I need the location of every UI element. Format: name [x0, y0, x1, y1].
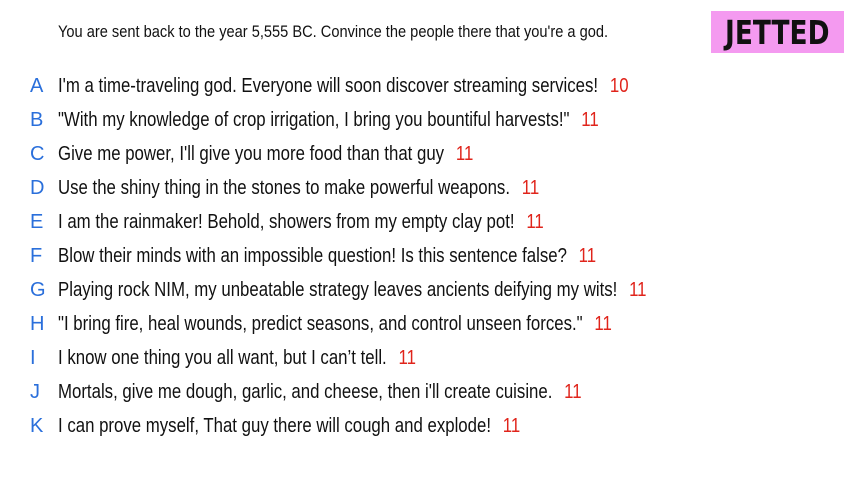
answer-letter: E	[30, 211, 44, 233]
answer-score: 11	[521, 177, 540, 199]
answer-text: Blow their minds with an impossible ques…	[58, 245, 567, 267]
answer-row-f[interactable]: F Blow their minds with an impossible qu…	[0, 240, 853, 274]
answer-text: Give me power, I'll give you more food t…	[58, 143, 445, 165]
answer-score: 10	[609, 75, 629, 97]
answer-row-k[interactable]: K I can prove myself, That guy there wil…	[0, 410, 853, 444]
answer-letter: J	[30, 381, 40, 403]
answer-letter: D	[30, 177, 45, 199]
prompt-text: You are sent back to the year 5,555 BC. …	[58, 22, 609, 41]
answer-row-c[interactable]: C Give me power, I'll give you more food…	[0, 138, 853, 172]
answer-row-e[interactable]: E I am the rainmaker! Behold, showers fr…	[0, 206, 853, 240]
answer-letter: C	[30, 143, 45, 165]
jetted-badge: JETTED	[711, 11, 844, 53]
answer-score: 11	[526, 211, 544, 233]
answer-letter: G	[30, 279, 46, 301]
answer-text: I'm a time-traveling god. Everyone will …	[58, 75, 599, 97]
answer-text: "I bring fire, heal wounds, predict seas…	[58, 313, 583, 335]
answer-row-b[interactable]: B "With my knowledge of crop irrigation,…	[0, 104, 853, 138]
answer-score: 11	[578, 245, 597, 267]
answer-score: 11	[629, 279, 647, 301]
answer-row-i[interactable]: I I know one thing you all want, but I c…	[0, 342, 853, 376]
answer-text: Mortals, give me dough, garlic, and chee…	[58, 381, 553, 403]
answer-list: A I'm a time-traveling god. Everyone wil…	[0, 70, 853, 444]
answer-score: 11	[594, 313, 612, 335]
answer-letter: B	[30, 109, 44, 131]
answer-text: I am the rainmaker! Behold, showers from…	[58, 211, 515, 233]
answer-score: 11	[564, 381, 582, 403]
answer-row-j[interactable]: J Mortals, give me dough, garlic, and ch…	[0, 376, 853, 410]
answer-text: "With my knowledge of crop irrigation, I…	[58, 109, 570, 131]
answer-row-h[interactable]: H "I bring fire, heal wounds, predict se…	[0, 308, 853, 342]
answer-score: 11	[455, 143, 474, 165]
answer-text: Playing rock NIM, my unbeatable strategy…	[58, 279, 618, 301]
answer-text: I can prove myself, That guy there will …	[58, 415, 492, 437]
answer-letter: K	[30, 415, 44, 437]
answer-text: Use the shiny thing in the stones to mak…	[58, 177, 510, 199]
badge-label: JETTED	[725, 12, 830, 52]
answer-score: 11	[581, 109, 599, 131]
answer-letter: F	[30, 245, 43, 267]
answer-score: 11	[398, 347, 416, 369]
answer-text: I know one thing you all want, but I can…	[58, 347, 387, 369]
answer-letter: A	[30, 75, 44, 97]
answer-score: 11	[502, 415, 521, 437]
answer-row-g[interactable]: G Playing rock NIM, my unbeatable strate…	[0, 274, 853, 308]
answer-row-a[interactable]: A I'm a time-traveling god. Everyone wil…	[0, 70, 853, 104]
answer-letter: I	[30, 347, 36, 369]
answer-letter: H	[30, 313, 45, 335]
answer-row-d[interactable]: D Use the shiny thing in the stones to m…	[0, 172, 853, 206]
